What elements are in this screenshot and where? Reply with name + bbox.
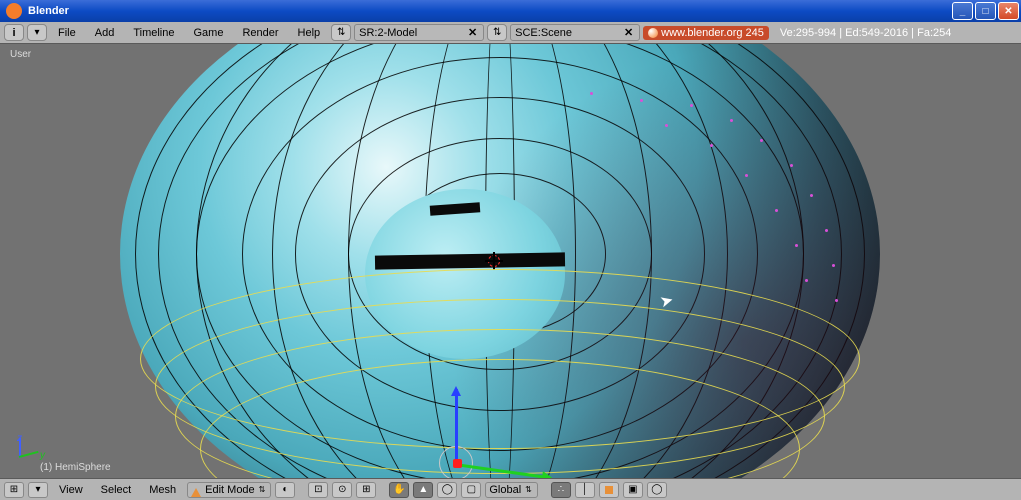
window-type-menu-icon[interactable]: i	[4, 24, 24, 41]
orientation-dropdown[interactable]: Global ⇅	[485, 482, 538, 498]
axis-indicator: z y	[15, 433, 45, 463]
screen-layout-label: SR:2-Model	[359, 27, 417, 39]
translate-manip-icon[interactable]: ▲	[413, 482, 433, 498]
screen-layout-delete-icon[interactable]: ✕	[466, 26, 479, 39]
scene-label: SCE:Scene	[515, 27, 572, 39]
scene-browse-icon[interactable]: ⇅	[487, 24, 507, 41]
menu-file[interactable]: File	[50, 25, 84, 41]
globe-icon	[648, 28, 658, 38]
face-select-icon[interactable]	[599, 482, 619, 498]
edge-select-icon[interactable]: │	[575, 482, 595, 498]
vertex-select-icon[interactable]: ∴	[551, 482, 571, 498]
3d-cursor	[485, 252, 503, 270]
collapse-menu-footer-icon[interactable]: ▾	[28, 482, 48, 498]
mode-dropdown[interactable]: Edit Mode ⇅	[187, 482, 271, 498]
pivot-median-icon[interactable]: ⊙	[332, 482, 352, 498]
gizmo-z-axis[interactable]	[455, 389, 458, 464]
chevron-down-icon: ⇅	[259, 485, 266, 494]
menu-select[interactable]: Select	[94, 482, 139, 498]
pivot-bbox-icon[interactable]: ⊡	[308, 482, 328, 498]
info-header: i ▾ File Add Timeline Game Render Help ⇅…	[0, 22, 1021, 44]
view-type-menu-icon[interactable]: ⊞	[4, 482, 24, 498]
menu-game[interactable]: Game	[185, 25, 231, 41]
3d-viewport[interactable]: User	[0, 44, 1021, 478]
screen-browse-icon[interactable]: ⇅	[331, 24, 351, 41]
window-titlebar: Blender _ □ ✕	[0, 0, 1021, 22]
chevron-down-icon: ⇅	[525, 485, 532, 494]
3dview-header: ⊞ ▾ View Select Mesh Edit Mode ⇅ ◐ ⊡ ⊙ ⊞…	[0, 478, 1021, 500]
shading-menu-icon[interactable]: ◐	[275, 482, 295, 498]
scene-delete-icon[interactable]: ✕	[622, 26, 635, 39]
eye-cutout	[365, 189, 565, 359]
axis-y-label: y	[40, 450, 45, 461]
orientation-label: Global	[489, 484, 521, 496]
menu-mesh[interactable]: Mesh	[142, 482, 183, 498]
close-button[interactable]: ✕	[998, 2, 1019, 20]
menu-timeline[interactable]: Timeline	[125, 25, 182, 41]
gizmo-x-axis[interactable]	[453, 459, 462, 468]
scene-dropdown[interactable]: SCE:Scene ✕	[510, 24, 640, 41]
manipulator-toggle-icon[interactable]: ✋	[389, 482, 409, 498]
active-object-label: (1) HemiSphere	[40, 462, 111, 473]
axis-z-label: z	[17, 433, 22, 444]
transform-gizmo[interactable]	[445, 354, 565, 474]
rotate-manip-icon[interactable]: ◯	[437, 482, 457, 498]
screen-layout-dropdown[interactable]: SR:2-Model ✕	[354, 24, 484, 41]
window-title: Blender	[28, 5, 952, 17]
menu-add[interactable]: Add	[87, 25, 123, 41]
proportional-edit-icon[interactable]: ◯	[647, 482, 667, 498]
window-controls: _ □ ✕	[952, 2, 1019, 20]
menu-render[interactable]: Render	[234, 25, 286, 41]
mode-label: Edit Mode	[205, 484, 255, 496]
scale-manip-icon[interactable]: ▢	[461, 482, 481, 498]
view-perspective-label: User	[10, 49, 31, 60]
edit-mode-icon	[191, 483, 201, 497]
blender-url-label: www.blender.org 245	[661, 27, 764, 39]
menu-help[interactable]: Help	[290, 25, 329, 41]
maximize-button[interactable]: □	[975, 2, 996, 20]
menu-view[interactable]: View	[52, 482, 90, 498]
minimize-button[interactable]: _	[952, 2, 973, 20]
blender-icon	[6, 3, 22, 19]
blender-url-button[interactable]: www.blender.org 245	[643, 26, 769, 40]
collapse-menu-icon[interactable]: ▾	[27, 24, 47, 41]
mesh-statistics: Ve:295-994 | Ed:549-2016 | Fa:254	[780, 27, 951, 39]
occlude-geometry-icon[interactable]: ▣	[623, 482, 643, 498]
pivot-individual-icon[interactable]: ⊞	[356, 482, 376, 498]
